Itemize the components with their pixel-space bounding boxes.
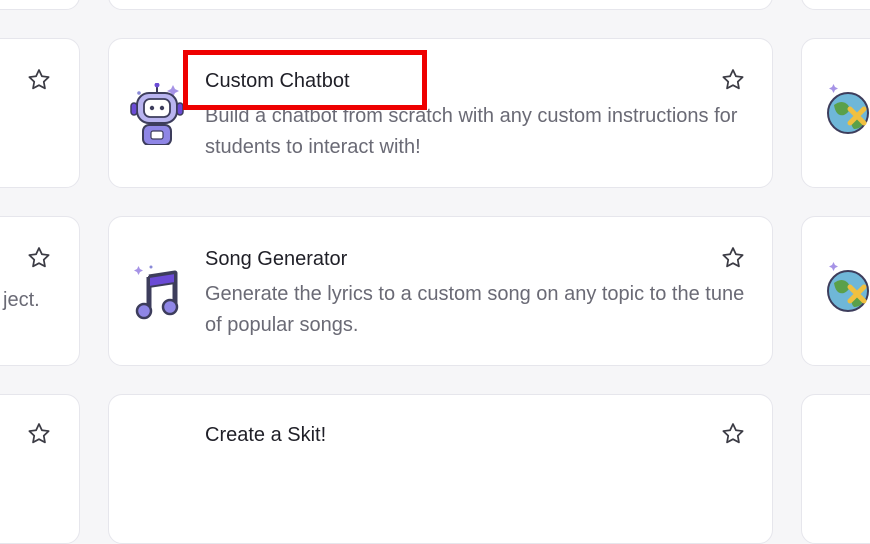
card-description: Generate the lyrics to a custom song on …: [205, 283, 745, 336]
card-title: Custom Chatbot: [205, 70, 350, 92]
globe-icon: [824, 83, 870, 139]
card-left-row2[interactable]: ject.: [0, 216, 80, 366]
card-title: Create a Skit!: [205, 424, 327, 446]
card-description-partial: ject.: [3, 289, 40, 311]
globe-icon: [824, 261, 870, 317]
card-description: Build a chatbot from scratch with any cu…: [205, 105, 738, 158]
card-right-row2[interactable]: [801, 216, 870, 366]
card-right-row3[interactable]: [801, 394, 870, 544]
card-create-a-skit[interactable]: Create a Skit!: [108, 394, 773, 544]
favorite-star-icon[interactable]: [26, 245, 52, 271]
card-title: Song Generator: [205, 248, 348, 270]
card-top-right-partial[interactable]: [801, 0, 870, 10]
favorite-star-icon[interactable]: [26, 67, 52, 93]
card-top-middle-partial[interactable]: [108, 0, 773, 10]
favorite-star-icon[interactable]: [720, 245, 746, 271]
card-top-left-partial[interactable]: [0, 0, 80, 10]
music-note-icon: [131, 263, 183, 321]
favorite-star-icon[interactable]: [26, 421, 52, 447]
card-song-generator[interactable]: Song Generator Generate the lyrics to a …: [108, 216, 773, 366]
card-left-row1[interactable]: [0, 38, 80, 188]
card-custom-chatbot[interactable]: Custom Chatbot Build a chatbot from scra…: [108, 38, 773, 188]
robot-icon: [127, 83, 187, 145]
favorite-star-icon[interactable]: [720, 421, 746, 447]
card-left-row3[interactable]: [0, 394, 80, 544]
favorite-star-icon[interactable]: [720, 67, 746, 93]
card-right-row1[interactable]: [801, 38, 870, 188]
